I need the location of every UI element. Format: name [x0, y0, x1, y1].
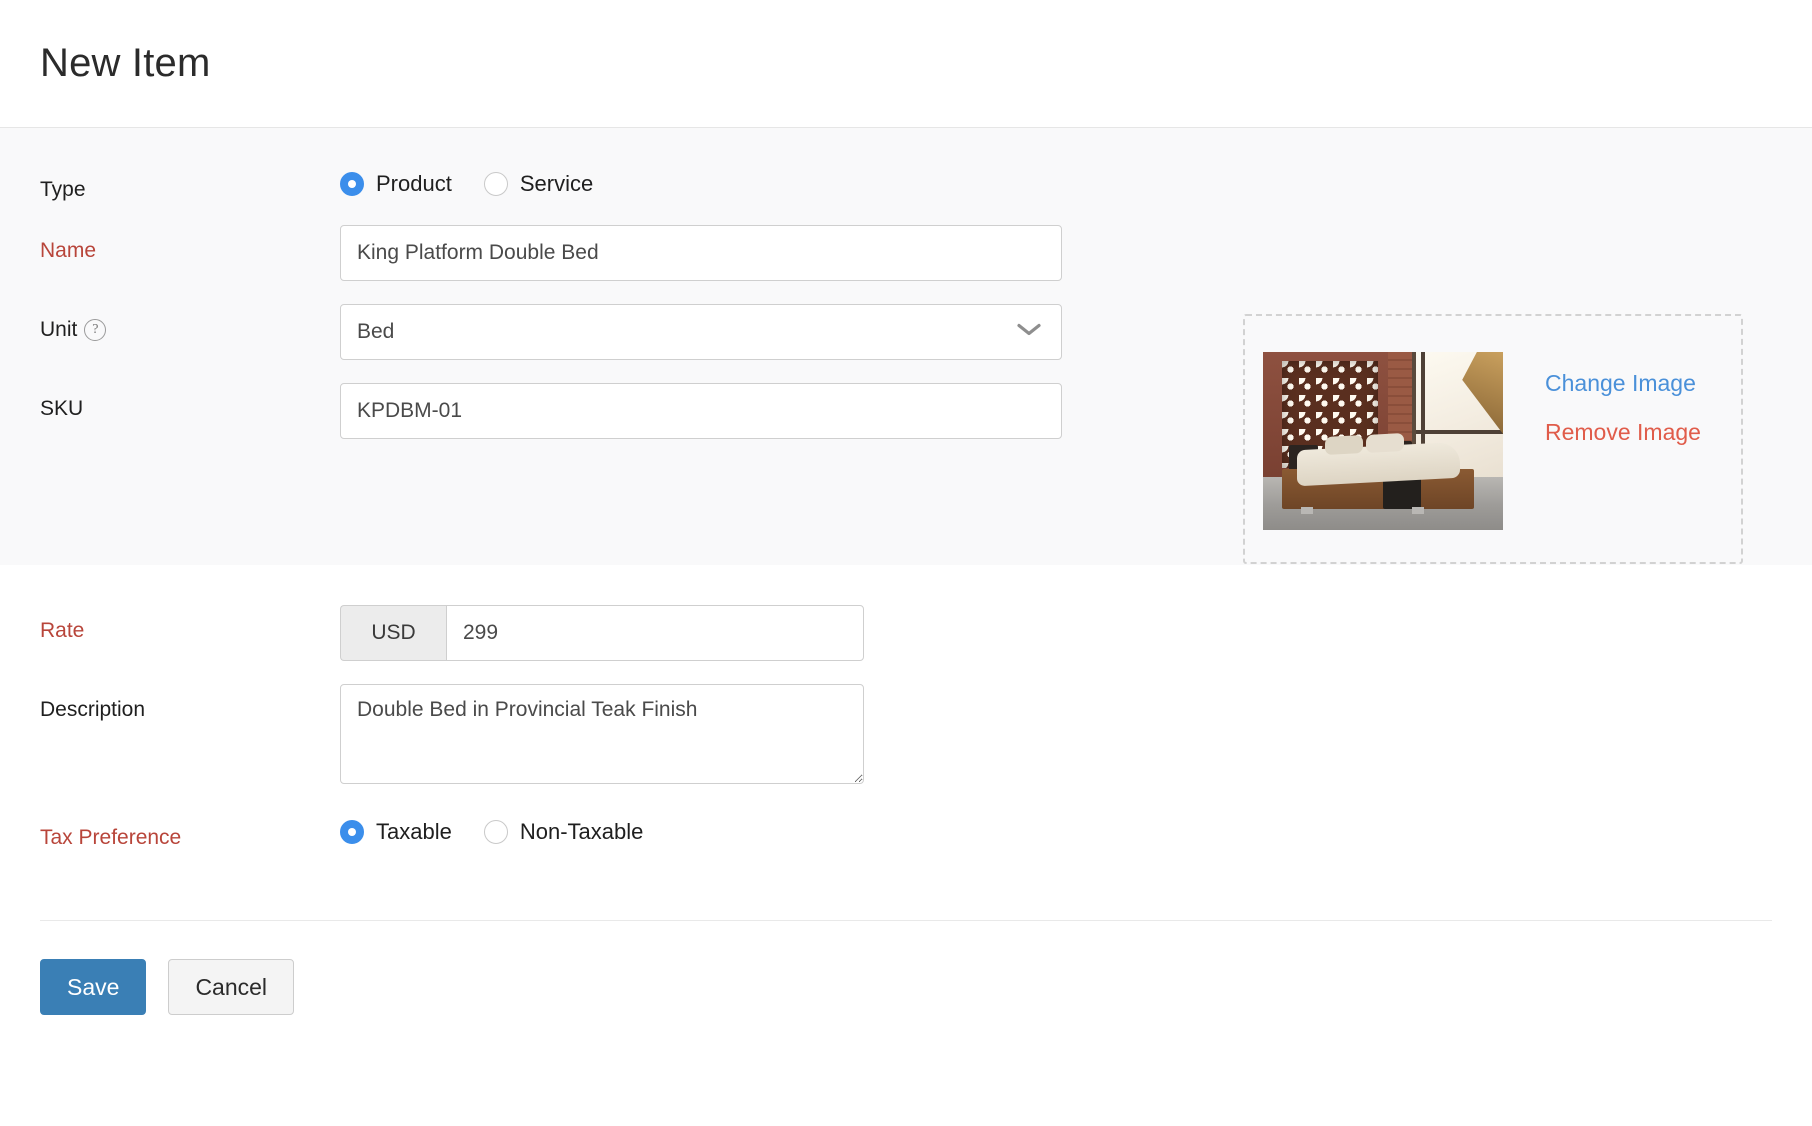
tax-preference-control: Taxable Non-Taxable [340, 812, 1772, 845]
radio-non-taxable-icon[interactable] [484, 820, 508, 844]
page-title: New Item [40, 41, 211, 86]
radio-non-taxable-label: Non-Taxable [520, 819, 644, 845]
field-row-tax-preference: Tax Preference Taxable Non-Taxable [40, 812, 1772, 850]
field-row-description: Description Double Bed in Provincial Tea… [40, 684, 1772, 789]
label-type: Type [40, 164, 340, 202]
field-row-name: Name [40, 225, 1772, 281]
help-circle-icon[interactable]: ? [84, 319, 106, 341]
radio-option-product[interactable]: Product [340, 171, 452, 197]
label-unit: Unit ? [40, 304, 340, 342]
item-image-thumbnail[interactable] [1263, 352, 1503, 530]
radio-option-service[interactable]: Service [484, 171, 593, 197]
radio-service-label: Service [520, 171, 593, 197]
cancel-button[interactable]: Cancel [168, 959, 294, 1015]
change-image-link[interactable]: Change Image [1545, 372, 1701, 395]
rate-input[interactable] [446, 605, 864, 661]
field-row-rate: Rate USD [40, 605, 1772, 661]
radio-taxable-label: Taxable [376, 819, 452, 845]
label-sku: SKU [40, 383, 340, 421]
image-action-links: Change Image Remove Image [1545, 372, 1701, 444]
description-textarea[interactable]: Double Bed in Provincial Teak Finish [340, 684, 864, 784]
label-unit-text: Unit [40, 317, 77, 342]
image-upload-box[interactable]: Change Image Remove Image [1243, 314, 1743, 564]
sku-input[interactable] [340, 383, 1062, 439]
radio-option-taxable[interactable]: Taxable [340, 819, 452, 845]
unit-select-wrap [340, 304, 1062, 360]
radio-product-label: Product [376, 171, 452, 197]
label-name: Name [40, 225, 340, 263]
radio-option-non-taxable[interactable]: Non-Taxable [484, 819, 644, 845]
tax-preference-radio-group: Taxable Non-Taxable [340, 812, 1772, 845]
pricing-section: Rate USD Description Double Bed in Provi… [0, 565, 1812, 850]
rate-control: USD [340, 605, 1772, 661]
type-control: Product Service [340, 164, 1772, 197]
currency-addon: USD [340, 605, 446, 661]
label-tax-preference: Tax Preference [40, 812, 340, 850]
field-row-type: Type Product Service [40, 164, 1772, 202]
form-actions: Save Cancel [0, 921, 1812, 1015]
name-control [340, 225, 1772, 281]
radio-product-icon[interactable] [340, 172, 364, 196]
item-details-section: Type Product Service Name [0, 128, 1812, 565]
rate-input-group: USD [340, 605, 864, 661]
save-button[interactable]: Save [40, 959, 146, 1015]
remove-image-link[interactable]: Remove Image [1545, 421, 1701, 444]
page-header: New Item [0, 0, 1812, 128]
radio-service-icon[interactable] [484, 172, 508, 196]
new-item-page: New Item Type Product Service [0, 0, 1812, 1126]
unit-input[interactable] [340, 304, 1062, 360]
radio-taxable-icon[interactable] [340, 820, 364, 844]
name-input[interactable] [340, 225, 1062, 281]
bedroom-image-illustration [1263, 352, 1503, 530]
description-control: Double Bed in Provincial Teak Finish [340, 684, 1772, 789]
label-description: Description [40, 684, 340, 722]
type-radio-group: Product Service [340, 164, 1772, 197]
label-rate: Rate [40, 605, 340, 643]
